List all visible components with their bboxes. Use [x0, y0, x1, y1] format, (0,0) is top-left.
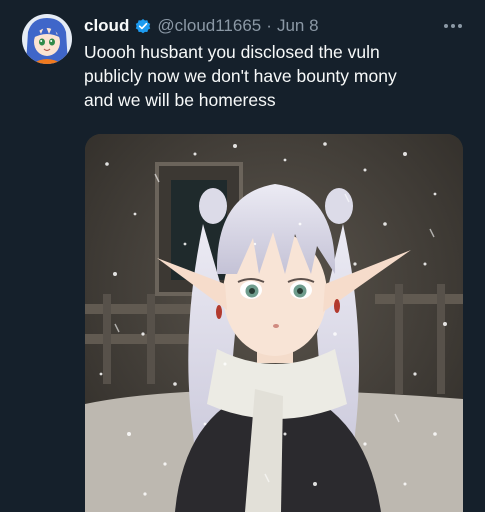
avatar-image	[22, 14, 72, 64]
anime-illustration	[85, 134, 463, 512]
handle[interactable]: @cloud11665	[157, 16, 261, 36]
avatar[interactable]	[22, 14, 72, 64]
tweet-text: Uoooh husbant you disclosed the vuln pub…	[84, 40, 464, 112]
tweet-text-line: and we will be homeress	[84, 90, 276, 110]
tweet-media-image[interactable]	[85, 134, 463, 512]
tweet-text-line: Uoooh husbant you disclosed the vuln	[84, 42, 380, 62]
tweet-header: cloud @cloud11665 · Jun 8	[84, 14, 319, 38]
display-name[interactable]: cloud	[84, 16, 129, 36]
more-options-icon[interactable]	[438, 14, 468, 38]
timestamp[interactable]: Jun 8	[277, 16, 319, 36]
tweet: cloud @cloud11665 · Jun 8 Uoooh husbant …	[0, 0, 485, 512]
verified-badge-icon	[136, 19, 151, 34]
tweet-text-line: publicly now we don't have bounty mony	[84, 66, 397, 86]
separator: ·	[266, 16, 272, 35]
